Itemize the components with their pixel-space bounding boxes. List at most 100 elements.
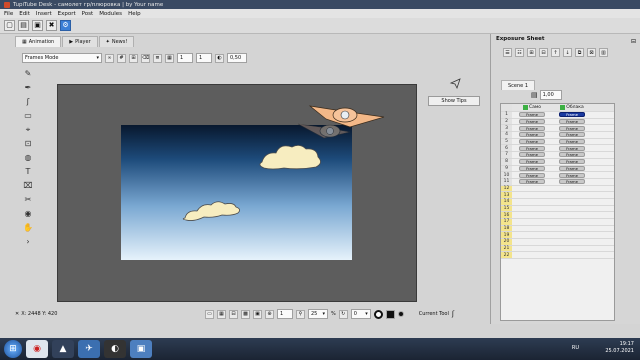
close-panel-icon[interactable]: ⊟ <box>631 38 636 45</box>
frame-cell[interactable]: Frame <box>552 159 592 165</box>
frame-cell[interactable]: Frame <box>512 139 552 145</box>
frame-cell[interactable] <box>552 246 592 252</box>
frame-cell[interactable] <box>512 186 552 192</box>
frame-cell[interactable] <box>512 226 552 232</box>
chrome-icon[interactable]: ◉ <box>26 340 48 358</box>
media-icon[interactable]: ▲ <box>52 340 74 358</box>
frame-cell[interactable] <box>512 212 552 218</box>
frame-item[interactable]: Frame <box>559 145 585 151</box>
scene-tab[interactable]: Scene 1 <box>501 80 536 90</box>
frame-cell[interactable]: Frame <box>512 152 552 158</box>
pen-pressure-icon[interactable]: ⊕ <box>265 309 274 319</box>
frame-item[interactable]: Frame <box>519 152 545 158</box>
frame-item[interactable]: Frame <box>519 132 545 138</box>
frame-cell[interactable]: Frame <box>512 172 552 178</box>
explorer-icon[interactable]: ▣ <box>130 340 152 358</box>
remove-layer-icon[interactable]: ☷ <box>515 48 524 57</box>
frame-cell[interactable] <box>512 219 552 225</box>
frame-number-input[interactable]: 1 <box>277 309 293 319</box>
frame-cell[interactable] <box>552 206 592 212</box>
layer-header[interactable]: Само <box>512 104 552 111</box>
frame-cell[interactable]: Frame <box>552 112 592 118</box>
layer-header[interactable]: Облака <box>552 104 592 111</box>
frame-cell[interactable] <box>552 219 592 225</box>
frame-item[interactable]: Frame <box>559 125 585 131</box>
obs-icon[interactable]: ◐ <box>104 340 126 358</box>
frame-cell[interactable]: Frame <box>552 145 592 151</box>
paste-frame-icon[interactable]: ▥ <box>599 48 608 57</box>
frame-cell[interactable] <box>552 252 592 258</box>
show-tips-button[interactable]: Show Tips <box>428 96 480 106</box>
zoom-select[interactable]: 25 ▾ <box>308 309 328 319</box>
frame-cell[interactable]: Frame <box>512 159 552 165</box>
frame-cell[interactable]: Frame <box>512 179 552 185</box>
frame-cell[interactable] <box>512 232 552 238</box>
remove-frame-icon[interactable]: ⊟ <box>539 48 548 57</box>
safe-area-icon[interactable]: ▭ <box>205 309 214 319</box>
frame-item[interactable]: Frame <box>559 152 585 158</box>
frame-item[interactable]: Frame <box>519 119 545 125</box>
frame-item[interactable]: Frame <box>519 145 545 151</box>
frame-cell[interactable] <box>512 252 552 258</box>
frame-cell[interactable] <box>552 186 592 192</box>
frame-item[interactable]: Frame <box>519 165 545 171</box>
frame-cell[interactable] <box>552 212 592 218</box>
brush-size-icon[interactable] <box>397 311 404 317</box>
frame-cell[interactable] <box>552 226 592 232</box>
frame-cell[interactable] <box>512 192 552 198</box>
frame-cell[interactable]: Frame <box>552 139 592 145</box>
frame-cell[interactable] <box>552 199 592 205</box>
frame-cell[interactable]: Frame <box>512 132 552 138</box>
lock-frame-icon[interactable]: ⊠ <box>587 48 596 57</box>
insert-frame-icon[interactable]: ⊞ <box>527 48 536 57</box>
frame-cell[interactable]: Frame <box>512 165 552 172</box>
fit-icon[interactable]: ⊟ <box>229 309 238 319</box>
frame-cell[interactable]: Frame <box>512 145 552 151</box>
move-frame-down-icon[interactable]: ↓ <box>563 48 572 57</box>
frame-cell[interactable] <box>512 246 552 252</box>
frame-cell[interactable]: Frame <box>552 165 592 172</box>
frame-item[interactable]: Frame <box>519 125 545 131</box>
frame-cell[interactable] <box>512 199 552 205</box>
full-view-icon[interactable]: ▣ <box>253 309 262 319</box>
frame-item[interactable]: Frame <box>559 165 585 171</box>
language-indicator[interactable]: RU <box>572 345 579 352</box>
frame-cell[interactable]: Frame <box>552 172 592 178</box>
frame-item[interactable]: Frame <box>559 159 585 165</box>
rotation-select[interactable]: 0 ▾ <box>350 309 371 319</box>
fill-color-icon[interactable] <box>385 309 395 319</box>
frame-cell[interactable] <box>512 206 552 212</box>
frame-item[interactable]: Frame <box>559 112 585 118</box>
frame-item[interactable]: Frame <box>559 139 585 145</box>
frame-cell[interactable]: Frame <box>512 112 552 118</box>
frame-item[interactable]: Frame <box>559 172 585 178</box>
grid-toggle-icon[interactable]: ▦ <box>217 309 226 319</box>
frame-item[interactable]: Frame <box>519 112 545 118</box>
move-frame-up-icon[interactable]: ↑ <box>551 48 560 57</box>
frame-cell[interactable] <box>552 232 592 238</box>
grid-16-icon[interactable]: ▩ <box>241 309 250 319</box>
frame-cell[interactable]: Frame <box>552 179 592 185</box>
frame-cell[interactable]: Frame <box>552 119 592 125</box>
frame-item[interactable]: Frame <box>519 172 545 178</box>
frame-cell[interactable] <box>552 239 592 245</box>
frame-cell[interactable] <box>552 192 592 198</box>
frame-item[interactable]: Frame <box>519 179 545 185</box>
insert-layer-icon[interactable]: ☰ <box>503 48 512 57</box>
frame-cell[interactable]: Frame <box>552 152 592 158</box>
frame-cell[interactable]: Frame <box>552 132 592 138</box>
frame-item[interactable]: Frame <box>559 179 585 185</box>
tupitube-icon[interactable]: ✈ <box>78 340 100 358</box>
frame-cell[interactable] <box>512 239 552 245</box>
copy-frame-icon[interactable]: ⧉ <box>575 48 584 57</box>
frame-cell[interactable]: Frame <box>552 125 592 131</box>
frame-item[interactable]: Frame <box>559 132 585 138</box>
start-button[interactable]: ⊞ <box>4 340 22 358</box>
frame-cell[interactable]: Frame <box>512 125 552 131</box>
frame-item[interactable]: Frame <box>519 159 545 165</box>
frame-cell[interactable]: Frame <box>512 119 552 125</box>
frame-item[interactable]: Frame <box>519 139 545 145</box>
frame-item[interactable]: Frame <box>559 119 585 125</box>
stroke-color-icon[interactable] <box>373 309 383 319</box>
fps-input[interactable]: 1,00 <box>539 90 562 100</box>
